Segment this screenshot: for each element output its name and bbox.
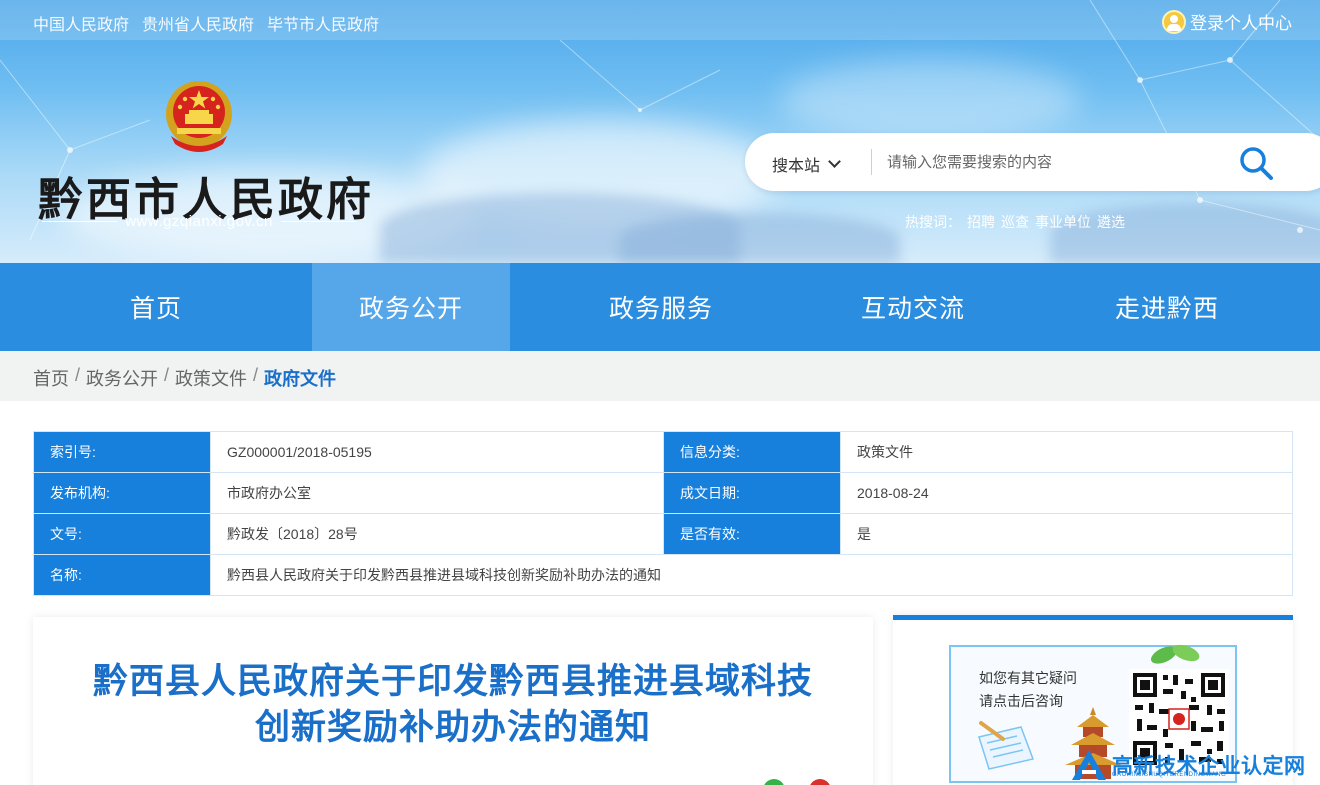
docno-value: 黔政发〔2018〕28号 [210,513,664,555]
breadcrumb-current[interactable]: 政府文件 [264,365,336,391]
site-url-text: www.gzqianxi.gov.cn [125,213,273,230]
table-row: 索引号: GZ000001/2018-05195 信息分类: 政策文件 [33,431,1293,473]
nav-item-gov-affairs-open[interactable]: 政务公开 [312,263,510,351]
table-row: 名称: 黔西县人民政府关于印发黔西县推进县域科技创新奖励补助办法的通知 [33,554,1293,596]
top-link-bijie-gov[interactable]: 毕节市人民政府 [267,11,379,35]
date-value: 2018-08-24 [840,472,1293,514]
breadcrumb-separator: / [75,365,81,385]
search-scope-label: 搜本站 [772,158,821,175]
nav-item-about-qianxi[interactable]: 走进黔西 [1014,263,1320,351]
breadcrumb: 首页 / 政务公开 / 政策文件 / 政府文件 [0,351,1320,401]
watermark-sub-text: GAOXINJISHUQIYERENDINGWANG [1112,772,1227,778]
top-link-guizhou-gov[interactable]: 贵州省人民政府 [142,11,254,35]
valid-label: 是否有效: [663,513,841,555]
hot-word-selection[interactable]: 遴选 [1097,212,1125,232]
search-box: 搜本站 [745,133,1320,191]
breadcrumb-policy-docs[interactable]: 政策文件 [175,365,247,391]
search-input[interactable] [887,148,1227,176]
article-card: 黔西县人民政府关于印发黔西县推进县域科技 创新奖励补助办法的通知 [33,617,873,785]
watermark-a-icon [1072,750,1106,780]
hot-word-inspection[interactable]: 巡查 [1001,212,1029,232]
login-link[interactable]: 登录个人中心 [1162,9,1292,34]
page: 中国人民政府 贵州省人民政府 毕节市人民政府 登录个人中心 黔西市人民政府 ww… [0,0,1320,785]
date-label: 成文日期: [663,472,841,514]
article-title-line2: 创新奖励补助办法的通知 [254,708,651,748]
search-scope-select[interactable]: 搜本站 [772,152,841,176]
index-label: 索引号: [33,431,211,473]
breadcrumb-separator: / [164,365,170,385]
top-bar: 中国人民政府 贵州省人民政府 毕节市人民政府 登录个人中心 [0,0,1320,40]
title-label: 名称: [33,554,211,596]
breadcrumb-home[interactable]: 首页 [33,365,69,391]
publisher-value: 市政府办公室 [210,472,664,514]
breadcrumb-gov-affairs[interactable]: 政务公开 [86,365,158,391]
nav-item-interaction[interactable]: 互动交流 [812,263,1014,351]
title-value: 黔西县人民政府关于印发黔西县推进县域科技创新奖励补助办法的通知 [210,554,1293,596]
main-nav: 首页 政务公开 政务服务 互动交流 走进黔西 [0,263,1320,351]
share-weibo-icon[interactable] [809,779,831,785]
national-emblem-icon [166,81,232,152]
publisher-label: 发布机构: [33,472,211,514]
top-link-central-gov[interactable]: 中国人民政府 [33,11,129,35]
docno-label: 文号: [33,513,211,555]
consult-line2: 请点击后咨询 [979,693,1063,709]
consult-line1: 如您有其它疑问 [979,670,1077,686]
watermark-logo: 高新技术企业认定网 GAOXINJISHUQIYERENDINGWANG [1070,748,1306,782]
hot-search-words: 热搜词： 招聘 巡查 事业单位 遴选 [905,212,1125,232]
login-label: 登录个人中心 [1190,14,1292,33]
article-title-line1: 黔西县人民政府关于印发黔西县推进县域科技 [92,662,813,702]
document-pen-icon [978,721,1035,770]
table-row: 发布机构: 市政府办公室 成文日期: 2018-08-24 [33,472,1293,514]
header-banner: 中国人民政府 贵州省人民政府 毕节市人民政府 登录个人中心 黔西市人民政府 ww… [0,0,1320,263]
breadcrumb-separator: / [253,365,259,385]
category-value: 政策文件 [840,431,1293,473]
search-divider [871,149,872,175]
hot-search-label: 热搜词： [905,214,961,230]
document-info-table: 索引号: GZ000001/2018-05195 信息分类: 政策文件 发布机构… [33,431,1293,596]
hot-word-public-institution[interactable]: 事业单位 [1035,212,1091,232]
category-label: 信息分类: [663,431,841,473]
valid-value: 是 [840,513,1293,555]
leaf-decoration-icon [1150,644,1200,664]
article-title: 黔西县人民政府关于印发黔西县推进县域科技 创新奖励补助办法的通知 [33,659,873,751]
site-url: www.gzqianxi.gov.cn [42,213,356,230]
hot-word-recruit[interactable]: 招聘 [967,212,995,232]
nav-item-home[interactable]: 首页 [0,263,312,351]
nav-item-gov-services[interactable]: 政务服务 [510,263,812,351]
chevron-down-icon [828,155,841,168]
index-value: GZ000001/2018-05195 [210,431,664,473]
share-wechat-icon[interactable] [763,779,785,785]
user-icon [1162,9,1186,34]
search-icon[interactable] [1238,145,1274,181]
table-row: 文号: 黔政发〔2018〕28号 是否有效: 是 [33,513,1293,555]
top-links: 中国人民政府 贵州省人民政府 毕节市人民政府 [33,11,379,35]
